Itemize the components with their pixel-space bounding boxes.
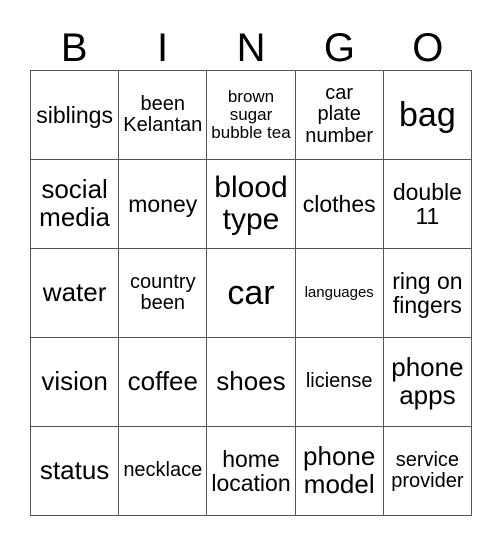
bingo-cell-label: been Kelantan	[123, 92, 203, 136]
bingo-header-letters: B I N G O	[30, 18, 472, 70]
bingo-cell[interactable]: social media	[31, 160, 120, 249]
bingo-cell-label: home location	[211, 445, 291, 496]
bingo-cell[interactable]: languages	[295, 249, 384, 338]
bingo-cell-label: country been	[129, 270, 196, 314]
header-letter-i: I	[157, 26, 169, 70]
bingo-cell[interactable]: status	[31, 427, 120, 516]
bingo-cell[interactable]: vision	[31, 338, 120, 427]
bingo-grid: siblings been Kelantan brown sugar bubble tea…	[30, 70, 472, 516]
header-letter-g: G	[323, 26, 355, 70]
bingo-cell[interactable]: phone model	[295, 427, 384, 516]
bingo-cell[interactable]: water	[31, 249, 120, 338]
bingo-cell-label: shoes	[216, 366, 286, 397]
bingo-cell[interactable]: been Kelantan	[119, 71, 208, 160]
header-letter-b: B	[60, 26, 88, 70]
header-letter-o: O	[412, 26, 444, 70]
bingo-cell-label: status	[39, 455, 110, 486]
bingo-cell-label: service provider	[391, 448, 464, 492]
bingo-cell-label: coffee	[127, 366, 198, 397]
bingo-card: B I N G O siblings been Kelantan brown sugar…	[0, 0, 500, 544]
bingo-cell-label: water	[42, 277, 107, 308]
bingo-cell-label: phone apps	[391, 352, 464, 410]
header-letter-n: N	[236, 26, 266, 70]
bingo-cell-label: money	[128, 190, 198, 217]
bingo-cell-label: phone model	[303, 441, 376, 499]
bingo-cell-label: double 11	[392, 178, 462, 229]
bingo-cell[interactable]: phone apps	[383, 338, 472, 427]
bingo-cell-label: blood type	[214, 171, 288, 236]
bingo-cell-label: liciense	[305, 370, 373, 393]
bingo-cell[interactable]: necklace	[119, 427, 208, 516]
bingo-cell[interactable]: service provider	[383, 427, 472, 516]
bingo-cell[interactable]: car	[207, 249, 296, 338]
bingo-cell[interactable]: ring on fingers	[383, 249, 472, 338]
bingo-cell[interactable]: siblings	[31, 71, 120, 160]
bingo-cell-label: car	[227, 273, 275, 312]
bingo-cell-label: bag	[399, 95, 456, 134]
bingo-cell-label: car plate number	[305, 82, 374, 147]
bingo-cell[interactable]: blood type	[207, 160, 296, 249]
bingo-cell[interactable]: home location	[207, 427, 296, 516]
bingo-cell[interactable]: shoes	[207, 338, 296, 427]
bingo-cell[interactable]: money	[119, 160, 208, 249]
bingo-cell[interactable]: liciense	[295, 338, 384, 427]
bingo-cell[interactable]: clothes	[295, 160, 384, 249]
bingo-cell[interactable]: brown sugar bubble tea	[207, 71, 296, 160]
bingo-cell-label: brown sugar bubble tea	[211, 86, 291, 142]
bingo-cell-label: ring on fingers	[392, 267, 463, 318]
bingo-cell[interactable]: bag	[383, 71, 472, 160]
bingo-cell[interactable]: coffee	[119, 338, 208, 427]
bingo-cell-label: languages	[304, 284, 374, 302]
bingo-cell-label: clothes	[302, 190, 376, 217]
bingo-cell-label: social media	[39, 174, 110, 232]
bingo-cell[interactable]: country been	[119, 249, 208, 338]
bingo-cell-label: vision	[41, 366, 108, 397]
bingo-cell-label: necklace	[123, 459, 203, 482]
bingo-cell[interactable]: car plate number	[295, 71, 384, 160]
bingo-cell-label: siblings	[36, 101, 113, 128]
bingo-cell[interactable]: double 11	[383, 160, 472, 249]
